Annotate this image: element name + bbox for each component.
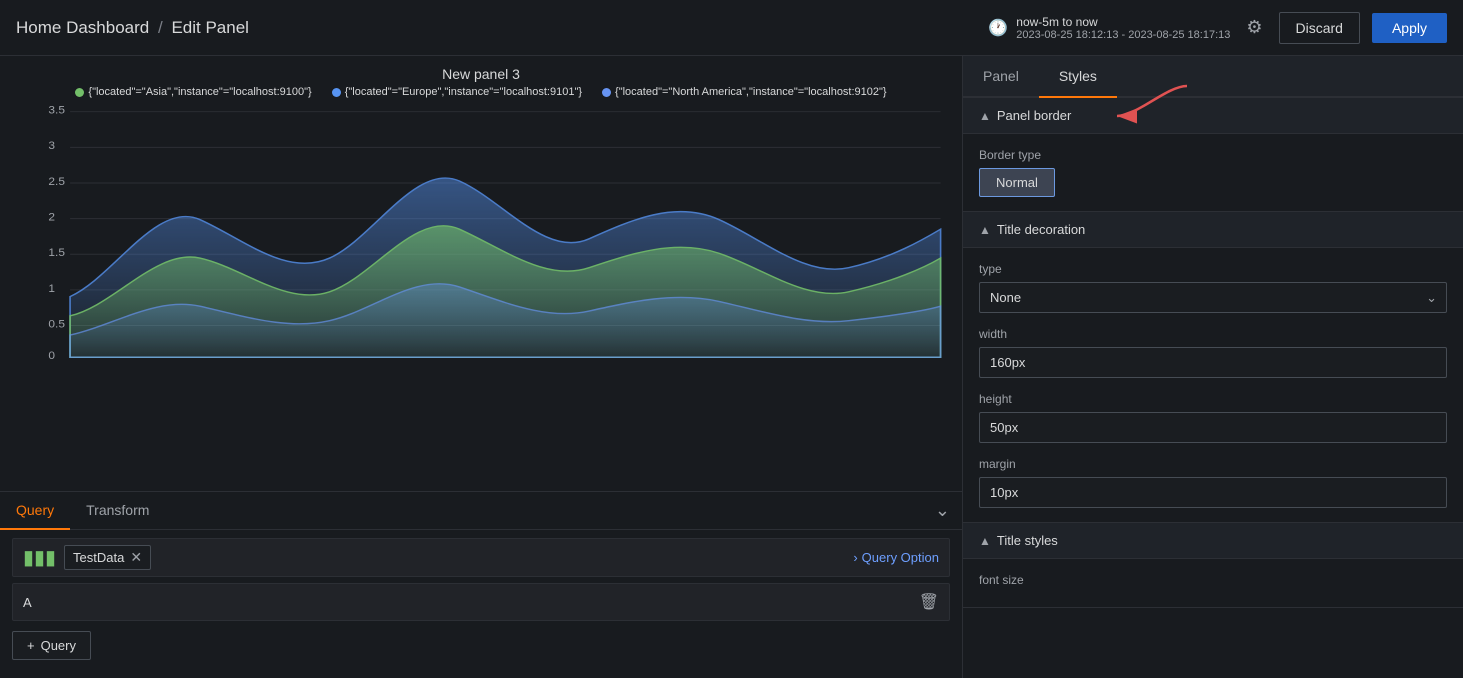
arrow-annotation-container [1117, 56, 1463, 96]
settings-button[interactable]: ⚙ [1242, 13, 1266, 42]
margin-input[interactable] [979, 477, 1447, 508]
svg-text:2.5: 2.5 [48, 176, 65, 187]
breadcrumb-home[interactable]: Home Dashboard [16, 18, 149, 37]
svg-text:2: 2 [48, 212, 55, 223]
legend-item-asia: {"located"="Asia","instance"="localhost:… [75, 86, 311, 98]
title-decoration-section-header[interactable]: ▲ Title decoration [963, 212, 1463, 248]
add-query-button[interactable]: + Query [12, 631, 91, 660]
tab-panel[interactable]: Panel [963, 56, 1039, 98]
right-panel: Panel Styles ▲ Panel border [963, 56, 1463, 678]
margin-row: margin [979, 457, 1447, 508]
time-label: now-5m to now [1016, 15, 1230, 29]
query-letter: A [23, 595, 32, 610]
plus-icon: + [27, 638, 35, 653]
topbar: Home Dashboard / Edit Panel 🕐 now-5m to … [0, 0, 1463, 56]
time-range-selector[interactable]: 🕐 now-5m to now 2023-08-25 18:12:13 - 20… [988, 15, 1230, 41]
datasource-name: TestData [73, 550, 124, 565]
right-tab-bar: Panel Styles [963, 56, 1463, 98]
chart-visualization: 3.5 3 2.5 2 1.5 1 0.5 0 [16, 104, 946, 364]
add-query-label: Query [41, 638, 76, 653]
apply-button[interactable]: Apply [1372, 13, 1447, 43]
collapse-icon[interactable]: ⌄ [935, 500, 962, 521]
add-query-row: + Query [0, 621, 962, 670]
bottom-tabs: Query Transform ⌄ ▮▮▮ TestData ✕ › Query… [0, 491, 962, 678]
svg-text:0.5: 0.5 [48, 319, 65, 330]
left-panel: New panel 3 {"located"="Asia","instance"… [0, 56, 963, 678]
chevron-right-icon: › [853, 550, 857, 565]
query-expression-row: A 🗑 [12, 583, 950, 621]
main-layout: New panel 3 {"located"="Asia","instance"… [0, 56, 1463, 678]
query-option-link[interactable]: › Query Option [853, 550, 939, 565]
legend-label-na: {"located"="North America","instance"="l… [615, 86, 887, 98]
chevron-up-icon-3: ▲ [979, 534, 991, 548]
title-decoration-label: Title decoration [997, 222, 1085, 237]
panel-border-section-body: Border type Normal [963, 134, 1463, 212]
query-option-label: Query Option [862, 550, 939, 565]
legend-item-europe: {"located"="Europe","instance"="localhos… [332, 86, 582, 98]
width-input[interactable] [979, 347, 1447, 378]
svg-text:1.5: 1.5 [48, 248, 65, 259]
chart-area: New panel 3 {"located"="Asia","instance"… [0, 56, 962, 491]
legend-dot-europe [332, 88, 341, 97]
font-size-row: font size [979, 573, 1447, 587]
tab-query[interactable]: Query [0, 492, 70, 530]
svg-text:1: 1 [48, 283, 55, 294]
time-range-text: 2023-08-25 18:12:13 - 2023-08-25 18:17:1… [1016, 29, 1230, 41]
panel-border-label: Panel border [997, 108, 1071, 123]
border-type-normal-button[interactable]: Normal [979, 168, 1055, 197]
chart-title: New panel 3 [16, 66, 946, 82]
datasource-close-icon[interactable]: ✕ [130, 549, 142, 566]
border-type-row: Border type Normal [979, 148, 1447, 197]
datasource-row: ▮▮▮ TestData ✕ › Query Option [12, 538, 950, 577]
legend-dot-na [602, 88, 611, 97]
legend-label-europe: {"located"="Europe","instance"="localhos… [345, 86, 582, 98]
chevron-up-icon-2: ▲ [979, 223, 991, 237]
border-type-label: Border type [979, 148, 1447, 162]
height-input[interactable] [979, 412, 1447, 443]
chevron-up-icon: ▲ [979, 109, 991, 123]
height-label: height [979, 392, 1447, 406]
tab-styles[interactable]: Styles [1039, 56, 1117, 98]
breadcrumb: Home Dashboard / Edit Panel [16, 18, 249, 38]
topbar-right: 🕐 now-5m to now 2023-08-25 18:12:13 - 20… [988, 12, 1447, 44]
svg-text:3: 3 [48, 141, 55, 152]
title-styles-label: Title styles [997, 533, 1058, 548]
query-transform-tabbar: Query Transform ⌄ [0, 492, 962, 530]
type-select-wrap: None Gradient Solid ⌄ [979, 282, 1447, 313]
font-size-label: font size [979, 573, 1447, 587]
svg-text:0: 0 [48, 351, 55, 362]
breadcrumb-separator: / [158, 18, 163, 37]
legend-label-asia: {"located"="Asia","instance"="localhost:… [88, 86, 311, 98]
title-styles-section-body: font size [963, 559, 1463, 608]
type-select[interactable]: None Gradient Solid [979, 282, 1447, 313]
delete-query-icon[interactable]: 🗑 [919, 592, 939, 612]
datasource-icon: ▮▮▮ [23, 545, 56, 570]
clock-icon: 🕐 [988, 18, 1008, 38]
chart-legend: {"located"="Asia","instance"="localhost:… [16, 86, 946, 98]
discard-button[interactable]: Discard [1279, 12, 1360, 44]
title-styles-section-header[interactable]: ▲ Title styles [963, 523, 1463, 559]
margin-label: margin [979, 457, 1447, 471]
time-info: now-5m to now 2023-08-25 18:12:13 - 2023… [1016, 15, 1230, 41]
tab-transform[interactable]: Transform [70, 492, 165, 530]
legend-item-na: {"located"="North America","instance"="l… [602, 86, 887, 98]
type-label: type [979, 262, 1447, 276]
height-row: height [979, 392, 1447, 443]
datasource-tag[interactable]: TestData ✕ [64, 545, 151, 570]
type-row: type None Gradient Solid ⌄ [979, 262, 1447, 313]
width-row: width [979, 327, 1447, 378]
breadcrumb-page: Edit Panel [171, 18, 249, 37]
query-section: ▮▮▮ TestData ✕ › Query Option A 🗑 [0, 530, 962, 678]
width-label: width [979, 327, 1447, 341]
svg-text:3.5: 3.5 [48, 105, 65, 116]
legend-dot-asia [75, 88, 84, 97]
title-decoration-section-body: type None Gradient Solid ⌄ width height [963, 248, 1463, 523]
